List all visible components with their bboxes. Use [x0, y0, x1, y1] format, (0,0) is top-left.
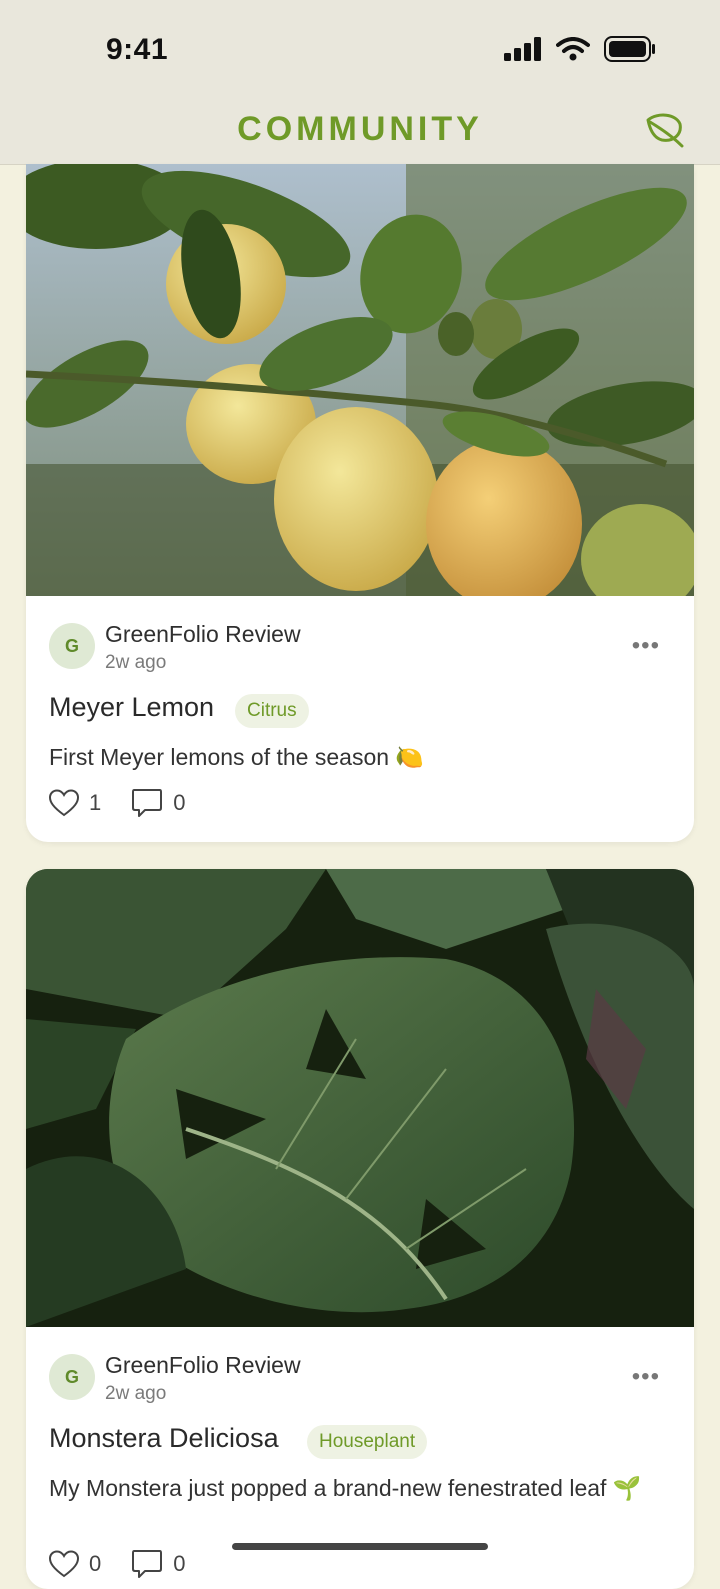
post-card[interactable]: G GreenFolio Review 2w ago ••• Meyer Lem… [26, 164, 694, 842]
post-card[interactable]: G GreenFolio Review 2w ago ••• Monstera … [26, 869, 694, 1589]
like-count: 1 [89, 790, 102, 815]
battery-icon [604, 36, 655, 62]
comment-icon [132, 789, 163, 817]
like-count: 0 [89, 1551, 102, 1576]
author-name[interactable]: GreenFolio Review [105, 1352, 301, 1379]
post-caption: My Monstera just popped a brand-new fene… [49, 1475, 642, 1501]
plant-tag[interactable]: Houseplant [307, 1425, 428, 1459]
home-indicator[interactable] [232, 1543, 488, 1550]
post-time: 2w ago [105, 1383, 167, 1404]
heart-icon [49, 789, 79, 817]
leaf-button[interactable] [644, 110, 686, 150]
nav-bar: COMMUNITY [0, 100, 720, 165]
post-body: G GreenFolio Review 2w ago ••• Meyer Lem… [26, 596, 694, 842]
comment-count: 0 [173, 790, 186, 815]
plant-name[interactable]: Monstera Deliciosa [49, 1423, 279, 1454]
post-caption: First Meyer lemons of the season 🍋 [49, 744, 425, 770]
post-actions: 0 0 [49, 1549, 186, 1579]
comment-count: 0 [173, 1551, 186, 1576]
comment-icon [132, 1550, 163, 1578]
plant-name[interactable]: Meyer Lemon [49, 692, 214, 723]
avatar[interactable]: G [49, 1354, 95, 1400]
author-name[interactable]: GreenFolio Review [105, 621, 301, 648]
status-bar: 9:41 [0, 0, 720, 100]
post-photo-monstera [26, 869, 694, 1327]
status-icons [504, 36, 656, 62]
comment-button[interactable]: 0 [131, 1549, 186, 1579]
avatar[interactable]: G [49, 623, 95, 669]
plant-tag[interactable]: Citrus [235, 694, 309, 728]
comment-button[interactable]: 0 [131, 788, 186, 818]
signal-icon [504, 37, 541, 61]
heart-icon [49, 1550, 79, 1578]
page-title: COMMUNITY [237, 110, 483, 148]
like-button[interactable]: 1 [49, 789, 101, 817]
wifi-icon [556, 37, 590, 61]
post-actions: 1 0 [49, 788, 186, 818]
like-button[interactable]: 0 [49, 1550, 101, 1578]
leaf-icon [646, 113, 684, 148]
status-time: 9:41 [106, 33, 169, 66]
post-time: 2w ago [105, 652, 167, 673]
post-photo-lemons [26, 164, 694, 596]
more-icon[interactable]: ••• [632, 632, 660, 660]
more-icon[interactable]: ••• [632, 1363, 660, 1391]
